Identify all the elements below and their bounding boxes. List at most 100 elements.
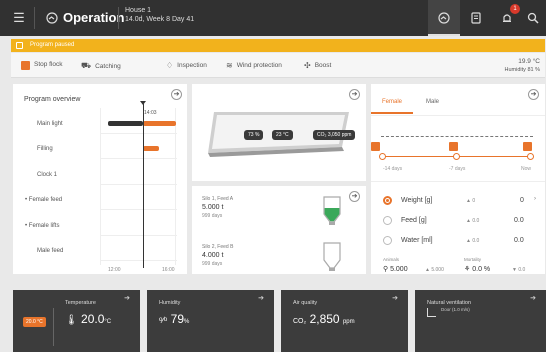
mortality-label: Mortality	[464, 257, 482, 262]
divider	[34, 7, 35, 29]
silos-card[interactable]: ➔ Silo 1, Feed A 5.000 t 999 days Silo 2…	[192, 186, 366, 274]
co2-icon: CO₂	[293, 318, 307, 325]
stop-flock-button[interactable]: Stop flock	[34, 61, 63, 68]
wind-protection-button[interactable]: ≋ Wind protection	[226, 61, 282, 70]
card-title: Program overview	[24, 96, 81, 103]
humidity-value-row: ᵒ∕ᵒ 79%	[159, 312, 189, 326]
mortality-percent: 0.0 %	[472, 266, 491, 273]
dashboard-icon	[43, 9, 61, 27]
metric-delta: ▲ 0.0	[466, 218, 480, 224]
time-start-label: 12:00	[108, 267, 121, 273]
radio-feed[interactable]	[383, 216, 392, 225]
timeline-flag	[371, 142, 380, 151]
timeline-point[interactable]	[527, 153, 534, 160]
time-marker-label: 14:03	[144, 110, 157, 116]
house-selector[interactable]: House 1 14.0d, Week 8 Day 41	[125, 6, 194, 24]
outside-humidity: Humidity 81 %	[504, 67, 540, 73]
stop-flock-label: Stop flock	[34, 61, 63, 68]
temperature-unit: °C	[104, 319, 112, 325]
temperature-chip: 23 °C	[272, 130, 293, 140]
divider	[118, 7, 119, 29]
alarm-banner[interactable]: Program paused	[11, 39, 545, 52]
droplets-icon: ᵒ∕ᵒ	[159, 315, 168, 325]
stop-icon	[21, 61, 30, 70]
open-arrow-icon[interactable]: ➔	[528, 89, 539, 100]
open-arrow-icon[interactable]: ➔	[171, 89, 182, 100]
timeline-label: -14 days	[383, 166, 403, 172]
pause-icon	[16, 42, 23, 49]
alarm-text: Program paused	[30, 42, 75, 48]
humidity-value: 79	[170, 312, 184, 326]
program-row-label: Clock 1	[37, 172, 58, 178]
open-arrow-icon[interactable]: ➔	[530, 294, 536, 302]
document-icon[interactable]	[467, 9, 485, 27]
program-grid	[100, 108, 177, 265]
metric-label: Weight [g]	[401, 197, 433, 204]
nav-operation[interactable]	[428, 0, 460, 36]
silo-days: 999 days	[202, 261, 223, 267]
notification-badge: 1	[510, 4, 520, 14]
metric-value: 0.0	[514, 237, 524, 244]
ventilation-card[interactable]: ➔ Natural ventilation Door (1.0 m/s)	[415, 290, 546, 352]
mortality-delta: ▼ 0.0	[512, 267, 526, 273]
radio-water[interactable]	[383, 236, 392, 245]
chevron-right-icon[interactable]: ›	[534, 196, 536, 202]
ventilation-sub: Door (1.0 m/s)	[441, 307, 470, 312]
open-arrow-icon[interactable]: ➔	[124, 294, 130, 302]
boost-button[interactable]: ✣ Boost	[304, 61, 331, 70]
boost-label: Boost	[314, 62, 332, 69]
humidity-chip: 73 %	[244, 130, 264, 140]
timeline-point[interactable]	[453, 153, 460, 160]
open-arrow-icon[interactable]: ➔	[349, 191, 360, 202]
humidity-card[interactable]: ➔ Humidity ᵒ∕ᵒ 79%	[147, 290, 274, 352]
action-toolbar: Stop flock ⛟ Catching ♢ Inspection ≋ Wind p…	[11, 53, 545, 78]
metric-delta: ▲ 0	[466, 198, 476, 204]
air-quality-card[interactable]: ➔ Air quality CO₂ 2,850 ppm	[281, 290, 408, 352]
tab-male[interactable]: Male	[426, 94, 439, 111]
open-arrow-icon[interactable]: ➔	[258, 294, 264, 302]
program-row-label: Main light	[37, 121, 63, 127]
temperature-value-row: 🌡︎ 20.0°C	[65, 312, 111, 326]
animals-label: Animals	[383, 257, 400, 262]
page-title: Operation	[63, 10, 125, 25]
growth-card: Female Male ➔ -14 days -7 days Now	[371, 84, 545, 274]
tab-female[interactable]: Female	[371, 94, 413, 114]
inspection-button[interactable]: ♢ Inspection	[166, 61, 207, 70]
catching-button[interactable]: ⛟ Catching	[81, 61, 121, 71]
timeline-flag	[523, 142, 532, 151]
metric-delta: ▲ 0.0	[466, 238, 480, 244]
metric-label: Water [ml]	[401, 237, 433, 244]
open-arrow-icon[interactable]: ➔	[392, 294, 398, 302]
silo-name: Silo 1, Feed A	[202, 196, 234, 202]
house-info: 14.0d, Week 8 Day 41	[125, 16, 195, 23]
metric-value: 0	[520, 197, 524, 204]
timeline-point[interactable]	[379, 153, 386, 160]
timeline-label: -7 days	[449, 166, 466, 172]
menu-icon[interactable]: ☰	[10, 9, 28, 27]
dashboard-icon	[435, 9, 453, 27]
metric-value: 0.0	[514, 217, 524, 224]
temperature-card[interactable]: ➔ Temperature 20.0 °C 🌡︎ 20.0°C	[13, 290, 140, 352]
section-divider	[371, 181, 545, 182]
target-line	[381, 136, 533, 137]
wind-protection-label: Wind protection	[236, 62, 282, 69]
silo-name: Silo 2, Feed B	[202, 244, 234, 250]
silo-empty-icon	[323, 242, 341, 271]
window-icon	[427, 308, 436, 317]
animals-value: ⚲ 5.000	[383, 266, 408, 273]
ventilation-label: Natural ventilation	[427, 300, 472, 306]
co2-chip: CO₂ 3,050 ppm	[313, 130, 356, 140]
timeline-label: Now	[521, 166, 532, 172]
house-view-card[interactable]: ➔ 73 % 23 °C CO₂ 3,050 ppm	[192, 84, 366, 181]
wind-icon: ≋	[226, 61, 233, 70]
outside-temperature: 19.9 °C	[518, 58, 540, 65]
silo-amount: 5.000 t	[202, 204, 224, 211]
air-quality-value-row: CO₂ 2,850 ppm	[293, 312, 355, 326]
outside-climate: 19.9 °C Humidity 81 %	[505, 57, 540, 75]
search-icon[interactable]	[524, 9, 542, 27]
inspection-label: Inspection	[177, 62, 207, 69]
open-arrow-icon[interactable]: ➔	[349, 89, 360, 100]
animals-delta: ▲ 5.000	[425, 267, 444, 273]
bulb-icon: ♢	[166, 61, 174, 70]
top-bar: ☰ Operation House 1 14.0d, Week 8 Day 41…	[0, 0, 546, 36]
